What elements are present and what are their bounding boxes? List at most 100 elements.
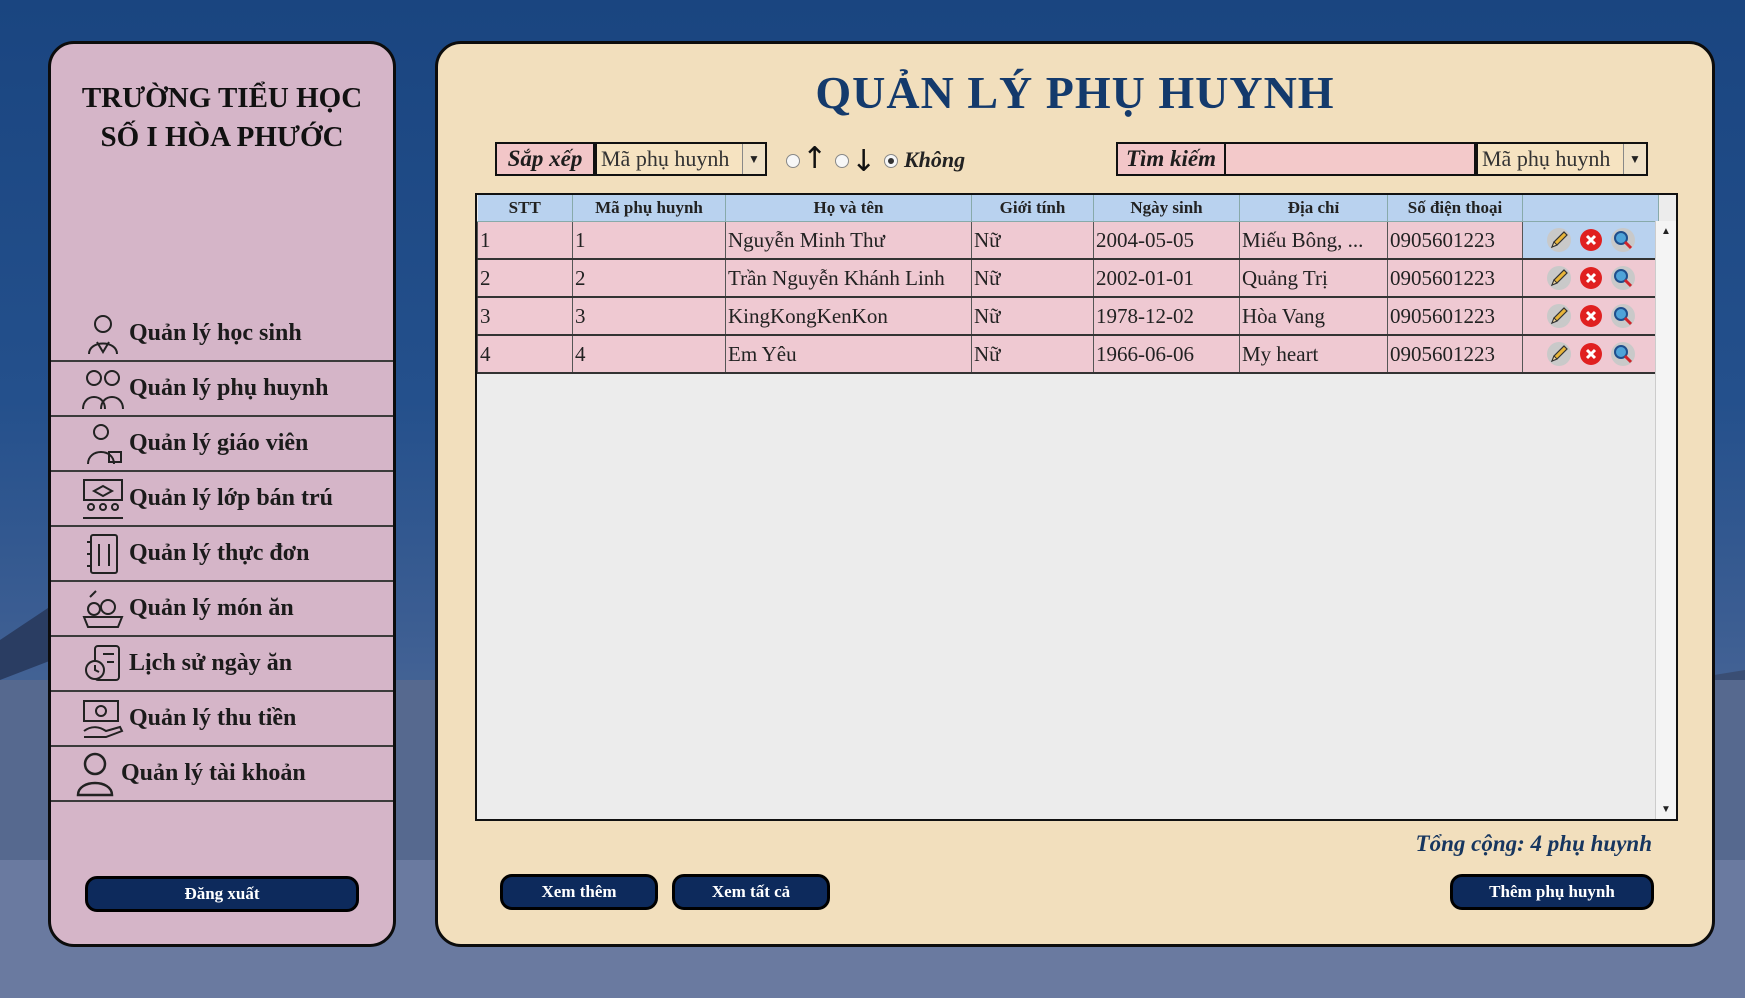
- table-row[interactable]: 4 4 Em Yêu Nữ 1966-06-06 My heart 090560…: [477, 335, 1659, 374]
- delete-icon[interactable]: [1578, 303, 1604, 329]
- view-detail-icon[interactable]: [1610, 341, 1636, 367]
- chevron-down-icon: ▼: [742, 144, 765, 174]
- column-header[interactable]: Số điện thoại: [1387, 195, 1523, 222]
- cell-full-name: KingKongKenKon: [725, 297, 972, 336]
- table-scrollbar[interactable]: ▲ ▼: [1655, 221, 1676, 819]
- search-input[interactable]: [1226, 142, 1476, 176]
- cell-parent-id: 4: [572, 335, 726, 374]
- sidebar-item-label: Quản lý thu tiền: [129, 705, 297, 731]
- view-detail-icon[interactable]: [1610, 265, 1636, 291]
- school-name: TRƯỜNG TIỂU HỌC SỐ I HÒA PHƯỚC: [51, 79, 393, 157]
- school-name-line2: SỐ I HÒA PHƯỚC: [100, 121, 344, 153]
- cell-actions: [1522, 221, 1659, 260]
- scroll-down-icon[interactable]: ▼: [1656, 799, 1676, 819]
- cell-actions: [1522, 259, 1659, 298]
- view-detail-icon[interactable]: [1610, 303, 1636, 329]
- column-header[interactable]: STT: [477, 195, 573, 222]
- search-field-value: Mã phụ huynh: [1482, 146, 1611, 171]
- cell-address: Miếu Bông, ...: [1239, 221, 1388, 260]
- sidebar-item-meal-history[interactable]: Lịch sử ngày ăn: [51, 637, 393, 692]
- edit-pencil-icon[interactable]: [1546, 303, 1572, 329]
- sidebar-item-label: Quản lý phụ huynh: [129, 375, 329, 401]
- sidebar-menu: Quản lý học sinh Quản lý phụ huynh Quản …: [51, 307, 393, 802]
- column-header[interactable]: Mã phụ huynh: [572, 195, 726, 222]
- table-row[interactable]: 2 2 Trần Nguyễn Khánh Linh Nữ 2002-01-01…: [477, 259, 1659, 298]
- history-icon: [79, 641, 127, 687]
- sort-field-select[interactable]: Mã phụ huynh ▼: [595, 142, 767, 176]
- scroll-up-icon[interactable]: ▲: [1656, 221, 1676, 241]
- cell-full-name: Nguyễn Minh Thư: [725, 221, 972, 260]
- parents-table: STT Mã phụ huynh Họ và tên Giới tính Ngà…: [475, 193, 1678, 821]
- search-field-select[interactable]: Mã phụ huynh ▼: [1476, 142, 1648, 176]
- parents-icon: [79, 366, 127, 412]
- sidebar-item-classes[interactable]: Quản lý lớp bán trú: [51, 472, 393, 527]
- column-header[interactable]: Giới tính: [971, 195, 1094, 222]
- sidebar-item-label: Quản lý tài khoản: [121, 760, 306, 786]
- cell-gender: Nữ: [971, 221, 1094, 260]
- sort-descending-radio[interactable]: [835, 154, 849, 168]
- delete-icon[interactable]: [1578, 265, 1604, 291]
- table-header-row: STT Mã phụ huynh Họ và tên Giới tính Ngà…: [477, 195, 1659, 222]
- sidebar-item-parents[interactable]: Quản lý phụ huynh: [51, 362, 393, 417]
- school-name-line1: TRƯỜNG TIỂU HỌC: [81, 82, 363, 114]
- column-header[interactable]: Họ và tên: [725, 195, 972, 222]
- view-detail-icon[interactable]: [1610, 227, 1636, 253]
- menu-book-icon: [79, 531, 127, 577]
- student-icon: [79, 311, 127, 357]
- cell-full-name: Em Yêu: [725, 335, 972, 374]
- account-icon: [71, 751, 119, 797]
- cell-actions: [1522, 297, 1659, 336]
- page-title: QUẢN LÝ PHỤ HUYNH: [815, 67, 1335, 118]
- sidebar-item-teachers[interactable]: Quản lý giáo viên: [51, 417, 393, 472]
- classroom-icon: [79, 476, 127, 522]
- cell-gender: Nữ: [971, 335, 1094, 374]
- cell-birth-date: 2002-01-01: [1093, 259, 1240, 298]
- see-more-button[interactable]: Xem thêm: [500, 874, 658, 910]
- logout-button[interactable]: Đăng xuất: [85, 876, 359, 912]
- cell-parent-id: 2: [572, 259, 726, 298]
- cell-address: My heart: [1239, 335, 1388, 374]
- table-row[interactable]: 1 1 Nguyễn Minh Thư Nữ 2004-05-05 Miếu B…: [477, 221, 1659, 260]
- sidebar-item-label: Quản lý giáo viên: [129, 430, 309, 456]
- arrow-down-icon: ↓: [851, 144, 877, 179]
- sidebar-item-label: Lịch sử ngày ăn: [129, 650, 293, 676]
- column-header[interactable]: Ngày sinh: [1093, 195, 1240, 222]
- cell-birth-date: 2004-05-05: [1093, 221, 1240, 260]
- sort-none-label: Không: [904, 147, 966, 172]
- sidebar-item-menu[interactable]: Quản lý thực đơn: [51, 527, 393, 582]
- sort-label: Sắp xếp: [495, 142, 595, 176]
- column-header[interactable]: Địa chỉ: [1239, 195, 1388, 222]
- dish-icon: [79, 586, 127, 632]
- cell-gender: Nữ: [971, 297, 1094, 336]
- cell-stt: 3: [477, 297, 573, 336]
- cell-stt: 2: [477, 259, 573, 298]
- cell-gender: Nữ: [971, 259, 1094, 298]
- sidebar-item-label: Quản lý lớp bán trú: [129, 485, 334, 511]
- cell-full-name: Trần Nguyễn Khánh Linh: [725, 259, 972, 298]
- cell-phone: 0905601223: [1387, 221, 1523, 260]
- column-header: [1522, 195, 1659, 222]
- sort-field-value: Mã phụ huynh: [601, 146, 730, 171]
- edit-pencil-icon[interactable]: [1546, 341, 1572, 367]
- chevron-down-icon: ▼: [1623, 144, 1646, 174]
- sidebar-item-payments[interactable]: Quản lý thu tiền: [51, 692, 393, 747]
- delete-icon[interactable]: [1578, 227, 1604, 253]
- edit-pencil-icon[interactable]: [1546, 227, 1572, 253]
- sidebar-item-students[interactable]: Quản lý học sinh: [51, 307, 393, 362]
- sidebar-item-accounts[interactable]: Quản lý tài khoản: [51, 747, 393, 802]
- sidebar-item-label: Quản lý thực đơn: [129, 540, 310, 566]
- cell-stt: 1: [477, 221, 573, 260]
- delete-icon[interactable]: [1578, 341, 1604, 367]
- cell-actions: [1522, 335, 1659, 374]
- see-all-button[interactable]: Xem tất cả: [672, 874, 830, 910]
- sidebar-item-label: Quản lý học sinh: [129, 320, 302, 346]
- search-label: Tìm kiếm: [1116, 142, 1226, 176]
- table-row[interactable]: 3 3 KingKongKenKon Nữ 1978-12-02 Hòa Van…: [477, 297, 1659, 336]
- cell-phone: 0905601223: [1387, 335, 1523, 374]
- sidebar-item-dishes[interactable]: Quản lý món ăn: [51, 582, 393, 637]
- sort-none-radio[interactable]: [884, 154, 898, 168]
- sort-ascending-radio[interactable]: [786, 154, 800, 168]
- edit-pencil-icon[interactable]: [1546, 265, 1572, 291]
- add-parent-button[interactable]: Thêm phụ huynh: [1450, 874, 1654, 910]
- cell-stt: 4: [477, 335, 573, 374]
